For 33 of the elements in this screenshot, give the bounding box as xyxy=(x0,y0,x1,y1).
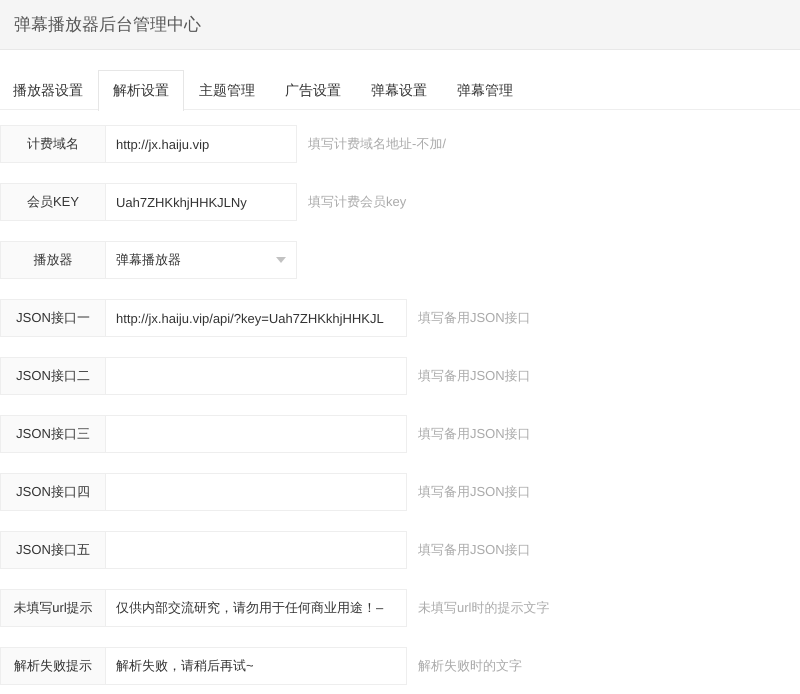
field-hint: 解析失败时的文字 xyxy=(418,657,522,675)
tab[interactable]: 弹幕管理 xyxy=(442,70,528,110)
field-label: 解析失败提示 xyxy=(0,647,106,685)
field-hint: 未填写url时的提示文字 xyxy=(418,599,550,617)
field-hint: 填写备用JSON接口 xyxy=(418,425,531,443)
input-field[interactable]: Uah7ZHKkhjHHKJLNy xyxy=(106,183,297,221)
field-hint: 填写备用JSON接口 xyxy=(418,367,531,385)
field-hint: 填写备用JSON接口 xyxy=(418,483,531,501)
select-dropdown[interactable]: 弹幕播放器 xyxy=(106,241,297,279)
field-label: 会员KEY xyxy=(0,183,106,221)
field-hint: 填写备用JSON接口 xyxy=(418,309,531,327)
field-label: JSON接口四 xyxy=(0,473,106,511)
field-hint: 填写备用JSON接口 xyxy=(418,541,531,559)
input-field[interactable]: http://jx.haiju.vip xyxy=(106,125,297,163)
field-label: JSON接口一 xyxy=(0,299,106,337)
field-label: 播放器 xyxy=(0,241,106,279)
input-field[interactable]: 解析失败，请稍后再试~ xyxy=(106,647,407,685)
page-title: 弹幕播放器后台管理中心 xyxy=(14,14,201,36)
input-field[interactable]: http://jx.haiju.vip/api/?key=Uah7ZHKkhjHHKJL xyxy=(106,299,407,337)
field-label: JSON接口二 xyxy=(0,357,106,395)
tab[interactable]: 广告设置 xyxy=(270,70,356,110)
field-label: 未填写url提示 xyxy=(0,589,106,627)
field-hint: 填写计费域名地址-不加/ xyxy=(308,135,446,153)
field-label: 计费域名 xyxy=(0,125,106,163)
input-field[interactable]: 仅供内部交流研究，请勿用于任何商业用途！– xyxy=(106,589,407,627)
caret-icon xyxy=(276,257,286,263)
tab[interactable]: 弹幕设置 xyxy=(356,70,442,110)
field-label: JSON接口五 xyxy=(0,531,106,569)
field-label: JSON接口三 xyxy=(0,415,106,453)
tab[interactable]: 播放器设置 xyxy=(0,70,98,110)
tab[interactable]: 解析设置 xyxy=(98,70,184,111)
tab[interactable]: 主题管理 xyxy=(184,70,270,110)
field-hint: 填写计费会员key xyxy=(308,193,406,211)
